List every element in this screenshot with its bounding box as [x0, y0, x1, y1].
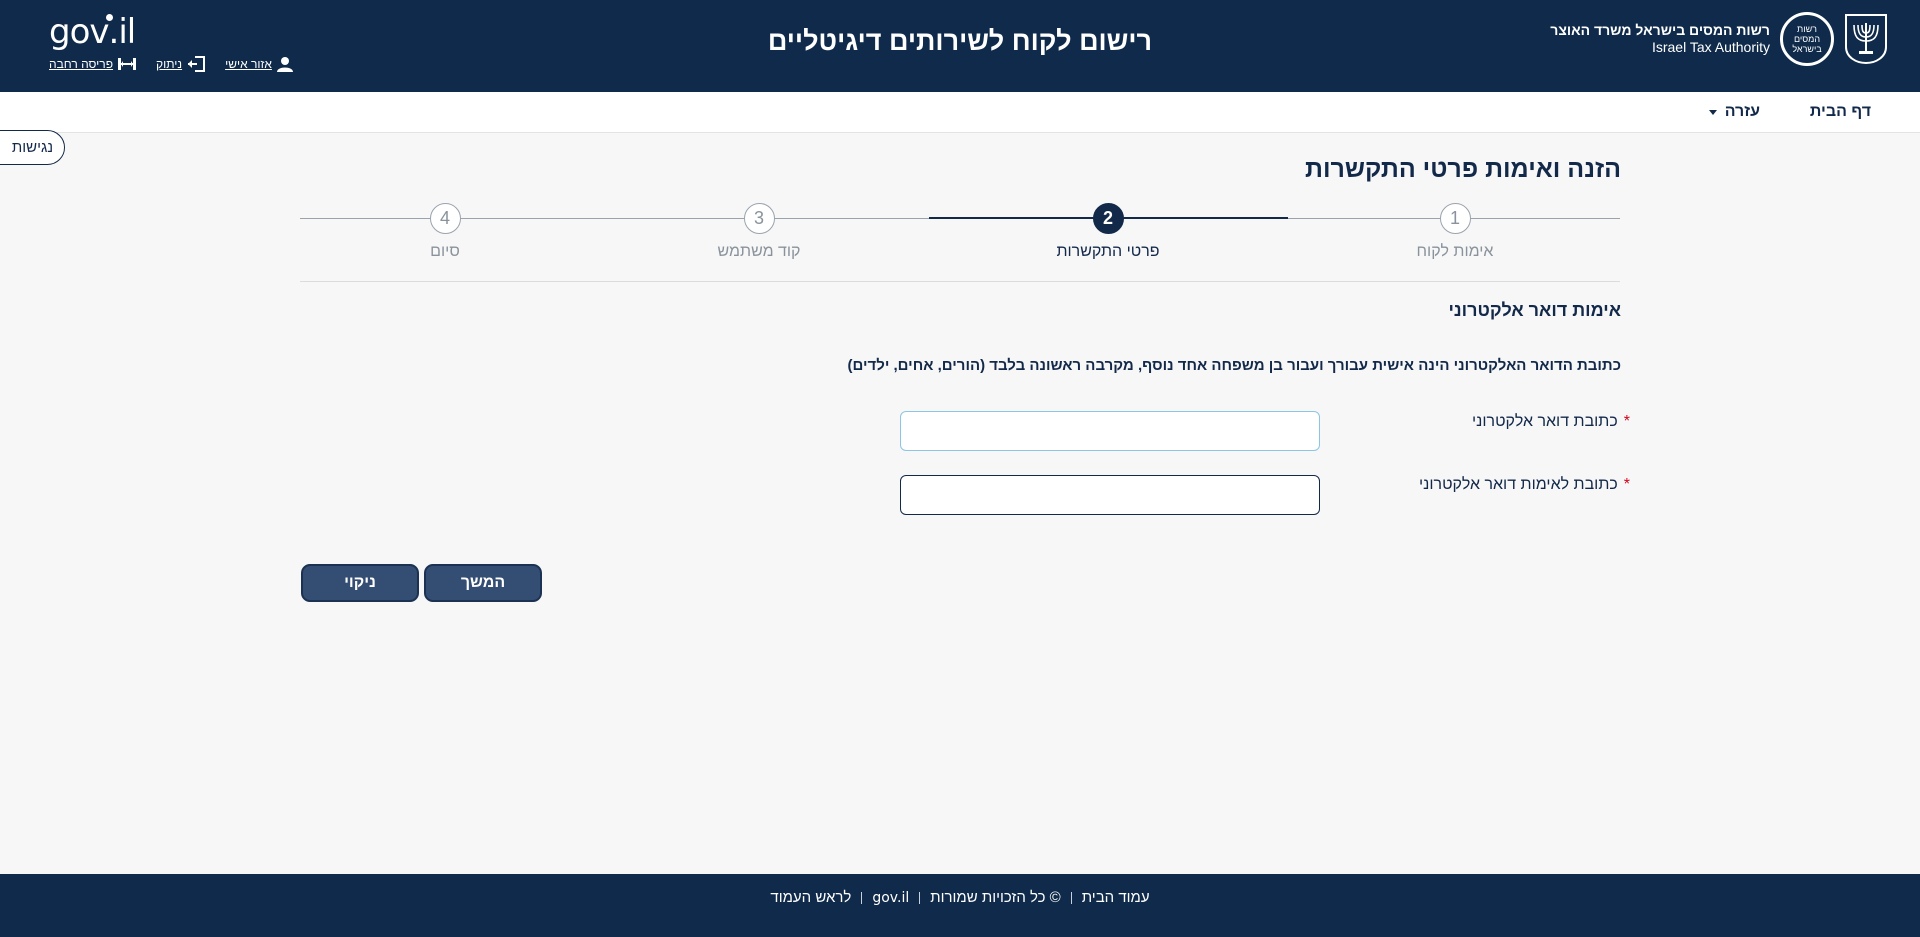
step-number: 1	[1439, 203, 1471, 234]
step-label: אימות לקוח	[1416, 243, 1494, 260]
footer-divider	[1070, 891, 1072, 904]
step-number: 2	[1092, 203, 1124, 234]
email-note: כתובת הדואר האלקטרוני הינה אישית עבורך ו…	[847, 357, 1621, 374]
chevron-down-icon	[1708, 109, 1717, 115]
step-2: 2 פרטי התקשרות	[1008, 203, 1208, 261]
step-1: 1 אימות לקוח	[1355, 203, 1555, 261]
step-label: סיום	[430, 243, 460, 260]
required-mark: *	[1623, 476, 1630, 493]
footer-home-link[interactable]: עמוד הבית	[1082, 889, 1150, 906]
step-number: 3	[743, 203, 775, 234]
step-3: 3 קוד משתמש	[659, 203, 859, 261]
main-nav: דף הבית עזרה	[0, 92, 1920, 133]
footer-links: עמוד הבית © כל הזכויות שמורות gov.il לרא…	[0, 889, 1920, 906]
tax-authority-name-he: רשות המסים בישראל משרד האוצר	[1550, 22, 1770, 38]
footer-gov-logo[interactable]: gov.il	[872, 890, 909, 906]
email-field-label: * כתובת דואר אלקטרוני	[1472, 413, 1630, 431]
site-footer: עמוד הבית © כל הזכויות שמורות gov.il לרא…	[0, 874, 1920, 937]
progress-stepper: 1 אימות לקוח 2 פרטי התקשרות 3 קוד משתמש …	[300, 200, 1620, 282]
logout-link[interactable]: ניתוק	[156, 56, 206, 72]
nav-home[interactable]: דף הבית	[1810, 103, 1871, 121]
step-label: קוד משתמש	[717, 243, 801, 260]
step-number: 4	[429, 203, 461, 234]
wide-layout-icon	[118, 58, 137, 70]
footer-rights: © כל הזכויות שמורות	[930, 889, 1061, 906]
confirm-email-field[interactable]	[900, 475, 1320, 515]
user-icon	[276, 56, 293, 72]
personal-area-label: אזור אישי	[225, 57, 272, 71]
tax-authority-logo: רשות המסים בישראל	[1780, 12, 1834, 66]
logout-label: ניתוק	[156, 57, 183, 71]
next-button[interactable]: המשך	[424, 564, 542, 602]
tax-authority-branding[interactable]: רשות המסים בישראל משרד האוצר Israel Tax …	[1550, 12, 1890, 66]
state-emblem-icon	[1842, 12, 1890, 66]
wide-layout-label: פריסה רחבה	[49, 57, 114, 71]
back-to-top-link[interactable]: לראש העמוד	[770, 889, 851, 906]
logout-icon	[187, 56, 206, 72]
wide-layout-link[interactable]: פריסה רחבה	[49, 56, 137, 72]
section-title: אימות דואר אלקטרוני	[1448, 300, 1621, 320]
site-header: gov.il פריסה רחבה ניתוק אזור אישי רישום …	[0, 0, 1920, 92]
confirm-email-label-text: כתובת לאימות דואר אלקטרוני	[1419, 476, 1618, 493]
personal-area-link[interactable]: אזור אישי	[225, 56, 293, 72]
email-label-text: כתובת דואר אלקטרוני	[1472, 413, 1618, 430]
nav-help-label: עזרה	[1724, 103, 1760, 120]
nav-help-dropdown[interactable]: עזרה	[1708, 103, 1760, 121]
footer-divider	[919, 891, 921, 904]
page-title: הזנה ואימות פרטי התקשרות	[1305, 155, 1621, 183]
footer-divider	[861, 891, 863, 904]
step-label: פרטי התקשרות	[1056, 243, 1160, 260]
clear-button[interactable]: ניקוי	[301, 564, 419, 602]
confirm-email-field-label: * כתובת לאימות דואר אלקטרוני	[1419, 476, 1630, 494]
accessibility-button[interactable]: נגישות	[0, 130, 65, 165]
tax-authority-name: רשות המסים בישראל משרד האוצר Israel Tax …	[1550, 22, 1770, 56]
tax-authority-name-en: Israel Tax Authority	[1651, 39, 1770, 55]
step-4: 4 סיום	[345, 203, 545, 261]
email-field[interactable]	[900, 411, 1320, 451]
header-links: פריסה רחבה ניתוק אזור אישי	[49, 56, 293, 72]
required-mark: *	[1623, 413, 1630, 430]
